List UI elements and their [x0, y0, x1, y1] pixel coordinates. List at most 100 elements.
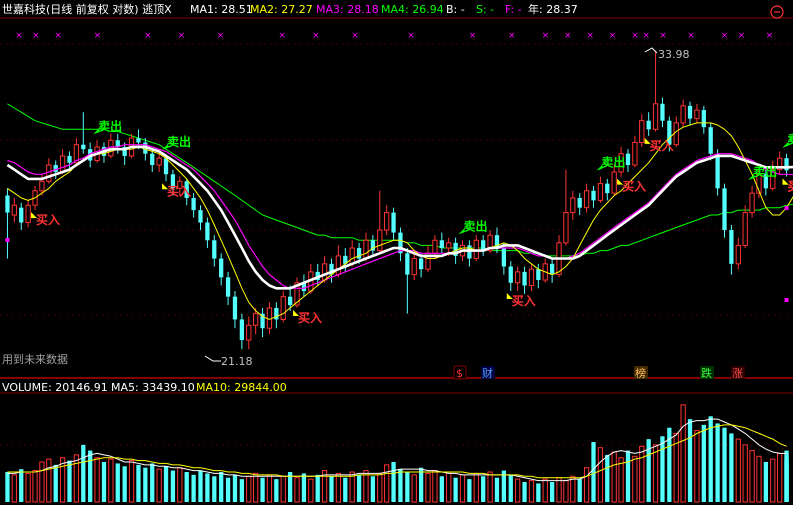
stock-title[interactable]: 世嘉科技(日线 前复权 对数) 逃顶X: [2, 2, 172, 16]
volume-bar: [294, 477, 300, 503]
volume-bar: [398, 469, 403, 502]
candle-body: [508, 266, 513, 283]
volume-bar: [735, 438, 741, 503]
volume-bar: [81, 444, 86, 502]
volume-bar: [329, 476, 334, 502]
volume-bar: [266, 474, 273, 503]
volume-bar: [536, 483, 541, 502]
candle-body: [391, 212, 396, 233]
volume-bar: [418, 467, 424, 502]
signal-mark: ×: [586, 31, 594, 41]
candle-body: [646, 120, 651, 130]
candle-body: [694, 109, 700, 120]
volume-bar: [46, 458, 52, 503]
volume-bar: [239, 479, 245, 502]
volume-bar: [274, 479, 279, 502]
volume-bar: [88, 450, 93, 502]
volume-bar: [611, 451, 617, 503]
volume-bar: [156, 468, 162, 503]
volume-bar: [652, 444, 659, 503]
volume-bar: [19, 469, 24, 502]
volume-bar: [446, 471, 452, 503]
volume-bar: [708, 416, 713, 502]
volume-bar: [563, 480, 569, 503]
magenta-marker: [5, 238, 10, 242]
candle-body: [59, 155, 66, 173]
volume-bar: [577, 479, 582, 502]
volume-bar: [25, 472, 31, 503]
candle-body: [280, 296, 286, 320]
ma1-line: [6, 145, 793, 290]
stock-chart[interactable]: 世嘉科技(日线 前复权 对数) 逃顶X MA1: 28.51 MA2: 27.2…: [0, 0, 793, 505]
zoom-control[interactable]: [770, 5, 784, 19]
ma3-polyline: [7, 144, 793, 289]
ma4-value: MA4: 26.94: [381, 3, 444, 16]
candle-body: [232, 296, 238, 320]
candle-body: [439, 240, 444, 249]
volume-bar: [53, 464, 58, 502]
magenta-marker: [784, 298, 789, 302]
candle-body: [536, 269, 541, 281]
signal-mark: ×: [407, 31, 415, 41]
volume-bar: [687, 419, 693, 502]
volume-bar: [467, 479, 472, 502]
signal-mark: ×: [144, 31, 152, 41]
ranking-event-marker[interactable]: 榜: [635, 366, 646, 380]
sell-signal-label: 卖出: [167, 134, 191, 149]
signal-mark: ×: [217, 31, 225, 41]
volume-bar: [405, 472, 410, 502]
candle-body: [219, 258, 224, 278]
candle-body: [377, 229, 383, 252]
candle-body: [597, 183, 604, 201]
finance-event-marker[interactable]: 财: [482, 366, 493, 380]
s-event-marker[interactable]: $: [456, 367, 463, 380]
candle-body: [246, 324, 252, 341]
volume-bar: [508, 474, 513, 502]
ma1-polyline: [6, 145, 793, 290]
candle-body: [708, 127, 713, 154]
candle-body: [639, 120, 645, 143]
volume-bar: [487, 471, 493, 503]
candle-body: [266, 307, 273, 329]
volume-ma10-value: MA10: 29844.00: [196, 381, 287, 394]
volume-bar: [212, 476, 217, 502]
candle-body: [150, 153, 155, 166]
candle-body: [349, 247, 355, 265]
volume-bar: [128, 460, 135, 503]
volume-bar: [301, 473, 307, 502]
candle-body: [605, 183, 610, 194]
volume-bar: [605, 454, 610, 502]
candle-body: [46, 164, 52, 182]
volume-bar: [556, 477, 562, 503]
candlesticks: [5, 52, 789, 350]
volume-bar: [315, 474, 320, 502]
volume-bar: [591, 442, 596, 502]
volume-bar: [67, 460, 72, 502]
buy-signal-label: 买入: [788, 180, 793, 194]
volume-header: VOLUME: 20146.91 MA5: 33439.10 MA10: 298…: [2, 381, 287, 394]
signal-mark: ×: [609, 31, 617, 41]
sell-signal-label: 卖出: [98, 118, 122, 133]
candle-body: [742, 212, 748, 246]
buy-signal-label: 买入: [650, 139, 674, 153]
candle-body: [577, 197, 582, 208]
signal-mark: ×: [508, 31, 516, 41]
volume-bar: [639, 445, 645, 503]
low-price-annotation: 21.18: [204, 355, 253, 368]
volume-bar: [570, 475, 576, 503]
volume-bar: [756, 455, 762, 503]
volume-bar: [177, 467, 183, 503]
magenta-marker: [784, 206, 789, 210]
candle-body: [687, 105, 693, 119]
volume-bar: [356, 474, 362, 502]
signal-mark: ×: [32, 31, 40, 41]
volume-bar: [384, 464, 390, 503]
volume-bar: [280, 475, 286, 503]
candle-body: [363, 239, 369, 260]
volume-bar: [170, 470, 176, 502]
rise-event-marker[interactable]: 涨: [732, 367, 743, 380]
volume-bar: [522, 482, 527, 502]
volume-bar: [198, 470, 203, 502]
fall-event-marker[interactable]: 跌: [701, 366, 712, 380]
signal-mark: ×: [542, 31, 550, 41]
